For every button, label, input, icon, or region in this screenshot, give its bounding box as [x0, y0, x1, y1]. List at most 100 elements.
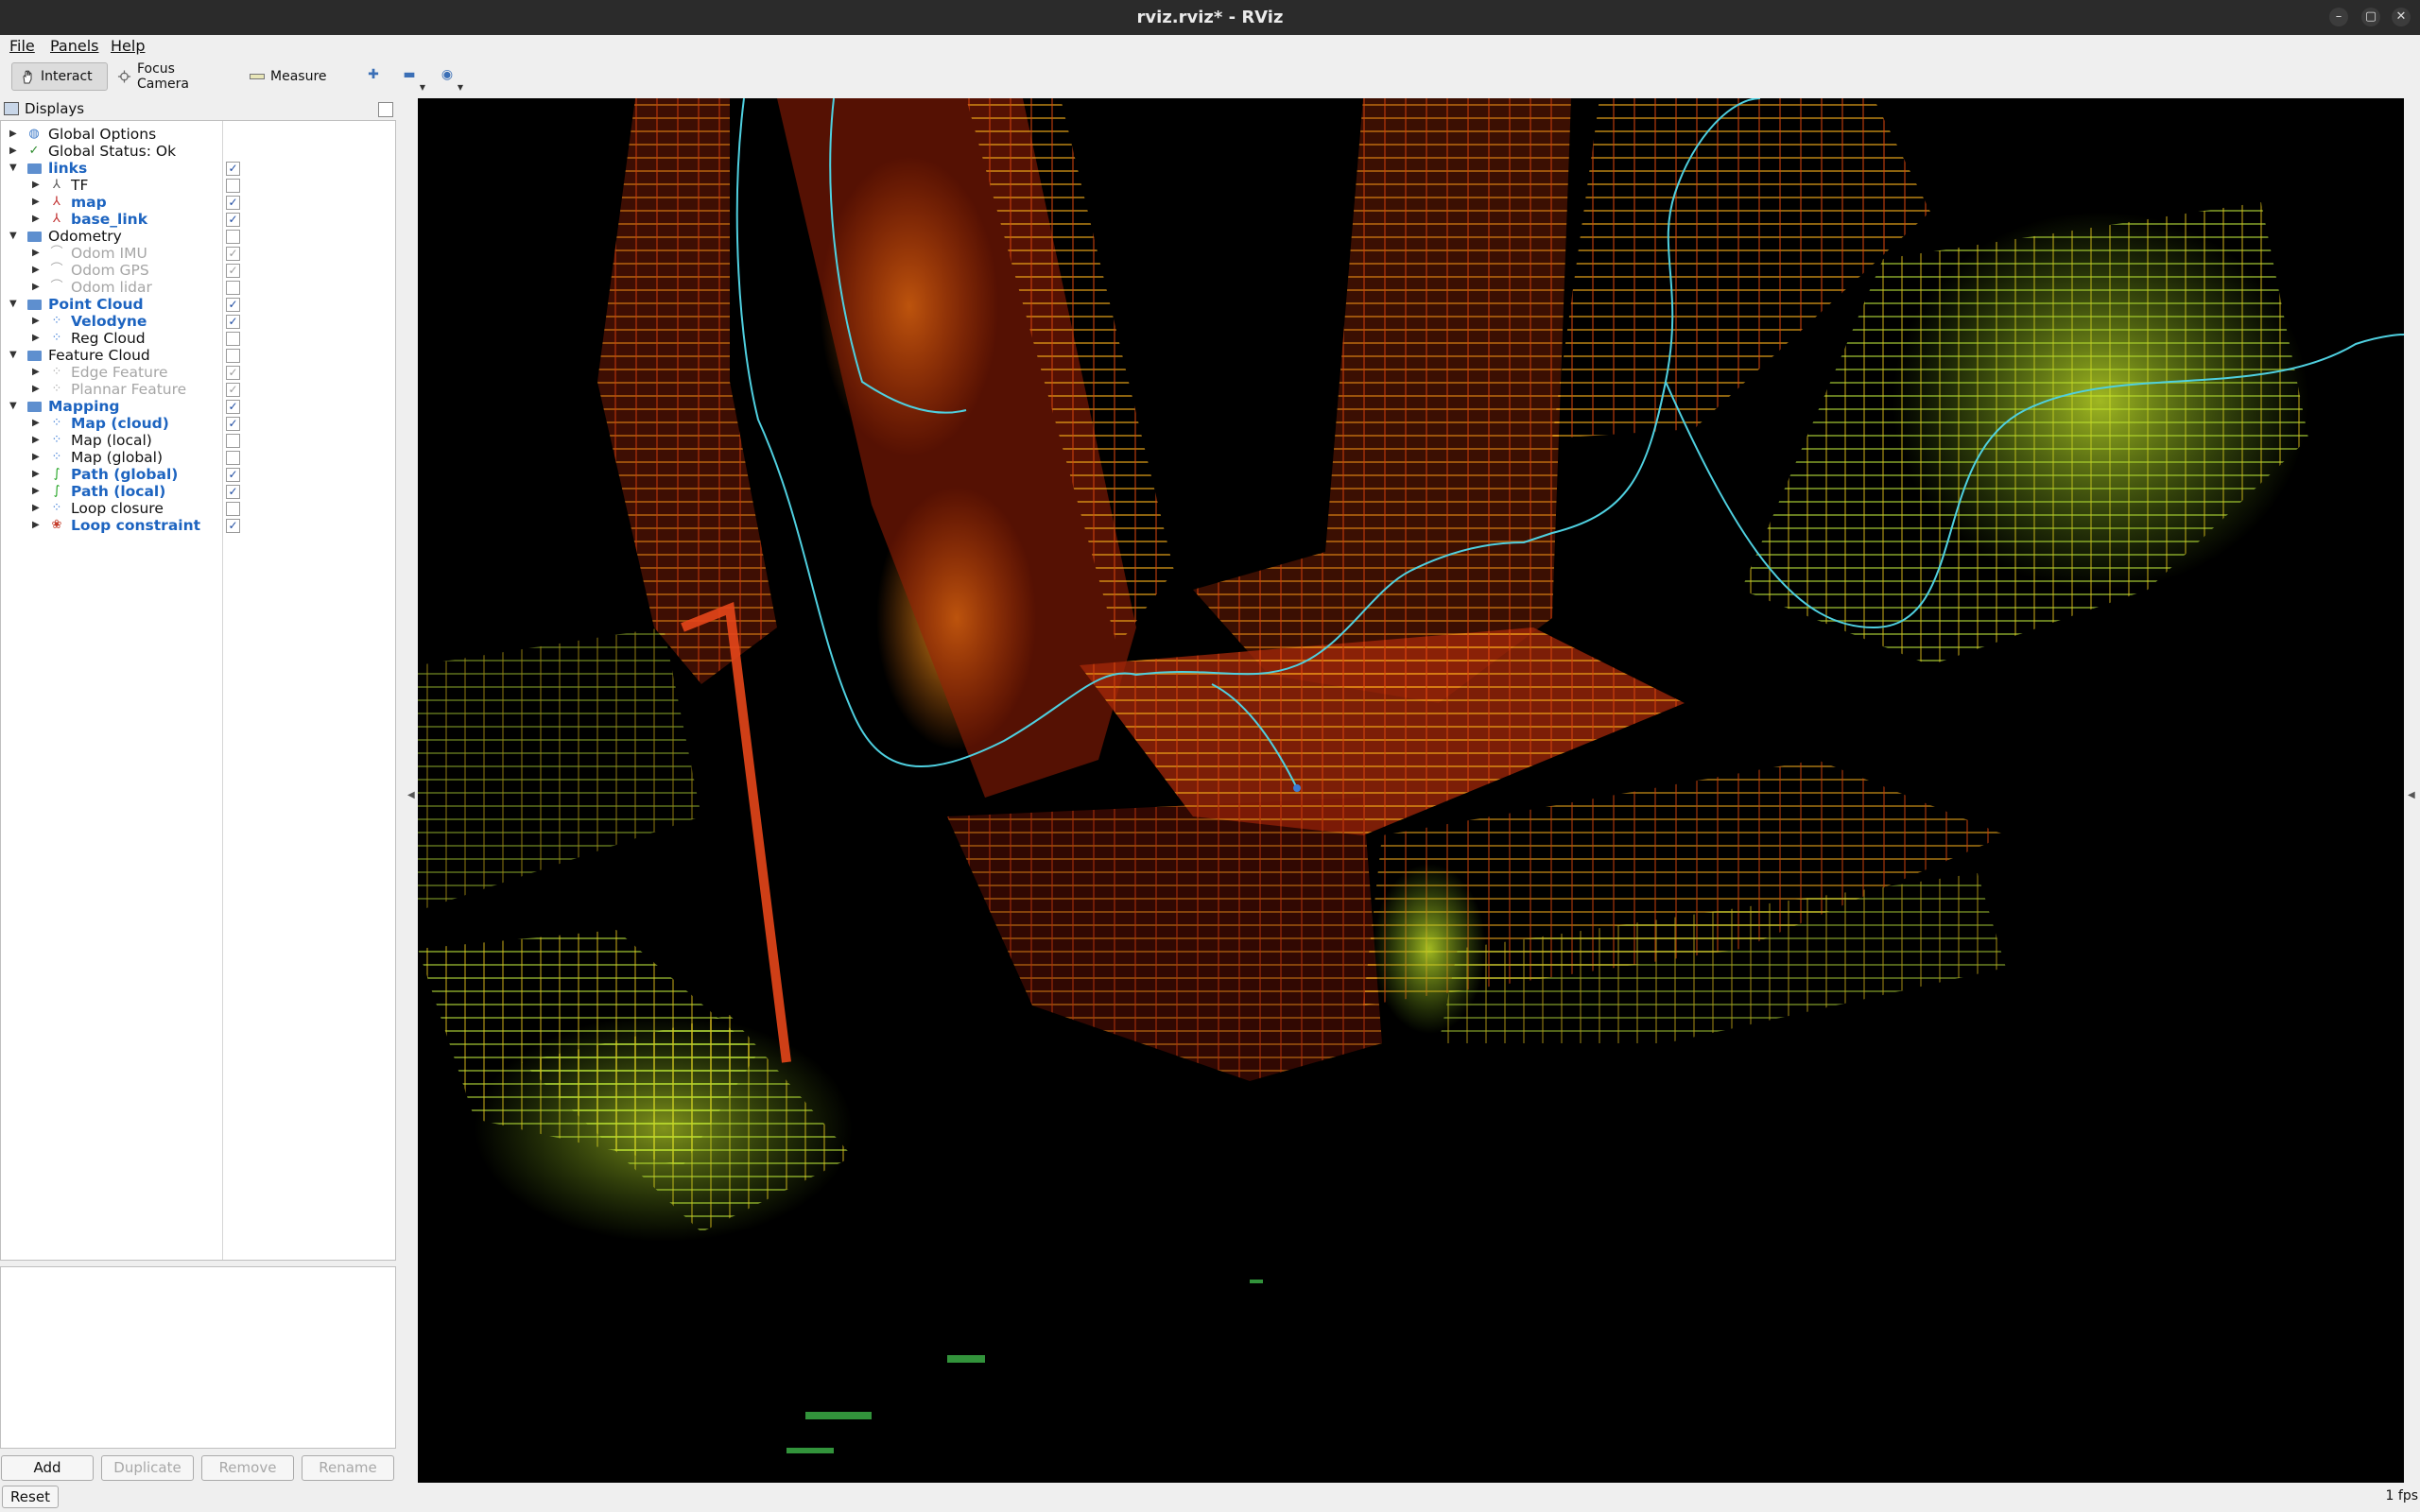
tree-row-global-status-ok[interactable]: ▶ ✓ Global Status: Ok [1, 143, 247, 160]
tree-row-loop-closure[interactable]: ▶ ⁘ Loop closure [1, 500, 247, 517]
tree-row-odometry[interactable]: ▼ Odometry [1, 228, 247, 245]
expander-collapsed-icon[interactable]: ▶ [32, 194, 40, 211]
tree-row-odom-imu[interactable]: ▶ ⌒ Odom IMU [1, 245, 247, 262]
expander-collapsed-icon[interactable]: ▶ [32, 262, 40, 279]
point-cloud-map[interactable] [418, 98, 2404, 1483]
expander-expanded-icon[interactable]: ▼ [9, 228, 17, 245]
left-splitter[interactable]: ◀ [398, 97, 417, 1483]
tree-row-global-options[interactable]: ▶ ◍ Global Options [1, 126, 247, 143]
tree-row-plannar-feature[interactable]: ▶ ⁘ Plannar Feature [1, 381, 247, 398]
enabled-checkbox[interactable]: ✓ [226, 468, 240, 482]
add-tool-icon[interactable]: ✚ [365, 67, 382, 86]
displays-tree[interactable]: ▶ ◍ Global Options ▶ ✓ Global Status: Ok ▼ link… [0, 120, 396, 1261]
expander-collapsed-icon[interactable]: ▶ [32, 381, 40, 398]
chevron-down-icon[interactable]: ▼ [420, 83, 425, 92]
enabled-checkbox[interactable]: ✓ [226, 162, 240, 176]
enabled-checkbox[interactable] [226, 451, 240, 465]
expander-collapsed-icon[interactable]: ▶ [32, 177, 40, 194]
right-splitter[interactable]: ◀ [2404, 97, 2420, 1483]
tree-row-path-global[interactable]: ▶ ∫ Path (global) [1, 466, 247, 483]
tree-row-map-global[interactable]: ▶ ⁘ Map (global) [1, 449, 247, 466]
menu-panels[interactable]: Panels [50, 37, 99, 55]
tree-row-map-local[interactable]: ▶ ⁘ Map (local) [1, 432, 247, 449]
chevron-left-icon[interactable]: ◀ [2408, 790, 2415, 800]
eye-icon[interactable]: ◉ ▼ [439, 67, 463, 92]
enabled-checkbox[interactable]: ✓ [226, 315, 240, 329]
expander-collapsed-icon[interactable]: ▶ [32, 279, 40, 296]
enabled-checkbox[interactable]: ✓ [226, 417, 240, 431]
expander-collapsed-icon[interactable]: ▶ [32, 483, 40, 500]
enabled-checkbox[interactable]: ✓ [226, 298, 240, 312]
expander-expanded-icon[interactable]: ▼ [9, 347, 17, 364]
enabled-checkbox[interactable] [226, 179, 240, 193]
folder-shape [26, 351, 42, 361]
tree-row-reg-cloud[interactable]: ▶ ⁘ Reg Cloud [1, 330, 247, 347]
expander-collapsed-icon[interactable]: ▶ [32, 517, 40, 534]
enabled-checkbox[interactable]: ✓ [226, 485, 240, 499]
measure-tool-button[interactable]: Measure [242, 62, 337, 91]
expander-collapsed-icon[interactable]: ▶ [32, 415, 40, 432]
expander-collapsed-icon[interactable]: ▶ [32, 432, 40, 449]
expander-expanded-icon[interactable]: ▼ [9, 398, 17, 415]
chevron-down-icon[interactable]: ▼ [458, 83, 463, 92]
tree-row-map-cloud[interactable]: ▶ ⁘ Map (cloud) [1, 415, 247, 432]
menu-help[interactable]: Help [111, 37, 145, 55]
expander-collapsed-icon[interactable]: ▶ [32, 211, 40, 228]
expander-collapsed-icon[interactable]: ▶ [32, 500, 40, 517]
tree-row-map[interactable]: ▶ ⅄ map [1, 194, 247, 211]
expander-collapsed-icon[interactable]: ▶ [9, 126, 17, 143]
enabled-checkbox[interactable]: ✓ [226, 383, 240, 397]
tree-row-point-cloud[interactable]: ▼ Point Cloud [1, 296, 247, 313]
enabled-checkbox[interactable]: ✓ [226, 247, 240, 261]
remove-button[interactable]: Remove [201, 1455, 294, 1481]
render-viewport[interactable] [418, 98, 2404, 1483]
close-icon[interactable]: ✕ [2392, 8, 2411, 26]
add-button[interactable]: Add [1, 1455, 94, 1481]
minimize-icon[interactable]: – [2329, 8, 2348, 26]
focus-camera-tool-button[interactable]: Focus Camera [110, 61, 233, 92]
expander-collapsed-icon[interactable]: ▶ [9, 143, 17, 160]
expander-expanded-icon[interactable]: ▼ [9, 296, 17, 313]
tree-row-odom-lidar[interactable]: ▶ ⌒ Odom lidar [1, 279, 247, 296]
pointcloud-icon: ⁘ [51, 331, 62, 345]
enabled-checkbox[interactable] [226, 332, 240, 346]
chevron-left-icon[interactable]: ◀ [407, 790, 415, 800]
tree-row-velodyne[interactable]: ▶ ⁘ Velodyne [1, 313, 247, 330]
menu-file[interactable]: File [9, 37, 35, 55]
enabled-checkbox[interactable]: ✓ [226, 519, 240, 533]
tree-row-label: Point Cloud [48, 296, 144, 313]
interact-tool-button[interactable]: Interact [11, 62, 108, 91]
enabled-checkbox[interactable] [226, 349, 240, 363]
tree-row-loop-constraint[interactable]: ▶ ❀ Loop constraint [1, 517, 247, 534]
expander-collapsed-icon[interactable]: ▶ [32, 313, 40, 330]
panel-float-button[interactable] [378, 102, 393, 117]
enabled-checkbox[interactable]: ✓ [226, 213, 240, 227]
enabled-checkbox[interactable]: ✓ [226, 366, 240, 380]
enabled-checkbox[interactable] [226, 281, 240, 295]
tree-row-mapping[interactable]: ▼ Mapping [1, 398, 247, 415]
enabled-checkbox[interactable] [226, 434, 240, 448]
tree-row-base-link[interactable]: ▶ ⅄ base_link [1, 211, 247, 228]
expander-collapsed-icon[interactable]: ▶ [32, 245, 40, 262]
remove-tool-icon[interactable]: ▬ ▼ [401, 67, 425, 92]
duplicate-button[interactable]: Duplicate [101, 1455, 194, 1481]
tree-row-edge-feature[interactable]: ▶ ⁘ Edge Feature [1, 364, 247, 381]
expander-collapsed-icon[interactable]: ▶ [32, 364, 40, 381]
enabled-checkbox[interactable] [226, 230, 240, 244]
reset-button[interactable]: Reset [2, 1486, 59, 1508]
enabled-checkbox[interactable]: ✓ [226, 196, 240, 210]
expander-collapsed-icon[interactable]: ▶ [32, 330, 40, 347]
enabled-checkbox[interactable]: ✓ [226, 264, 240, 278]
tree-row-tf[interactable]: ▶ ⅄ TF [1, 177, 247, 194]
tree-row-odom-gps[interactable]: ▶ ⌒ Odom GPS [1, 262, 247, 279]
enabled-checkbox[interactable]: ✓ [226, 400, 240, 414]
tree-row-path-local[interactable]: ▶ ∫ Path (local) [1, 483, 247, 500]
expander-collapsed-icon[interactable]: ▶ [32, 449, 40, 466]
rename-button[interactable]: Rename [302, 1455, 394, 1481]
enabled-checkbox[interactable] [226, 502, 240, 516]
expander-expanded-icon[interactable]: ▼ [9, 160, 17, 177]
tree-row-links[interactable]: ▼ links [1, 160, 247, 177]
maximize-icon[interactable]: ▢ [2361, 8, 2380, 26]
tree-row-feature-cloud[interactable]: ▼ Feature Cloud [1, 347, 247, 364]
expander-collapsed-icon[interactable]: ▶ [32, 466, 40, 483]
